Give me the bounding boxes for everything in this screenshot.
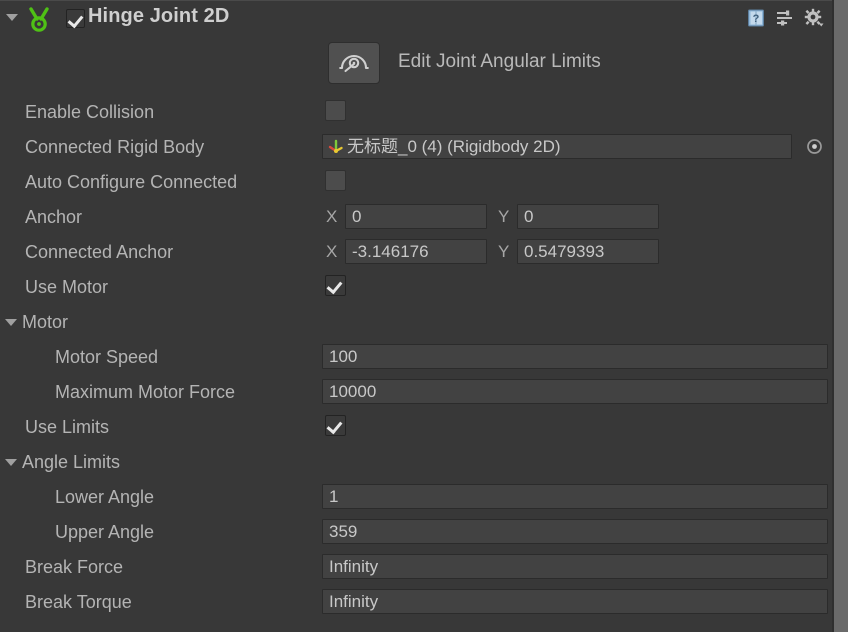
component-foldout-arrow-icon[interactable]: [6, 14, 18, 21]
motor-speed-input[interactable]: 100: [322, 344, 828, 369]
label-lower-angle: Lower Angle: [55, 487, 155, 507]
object-picker-button[interactable]: [805, 137, 824, 156]
transform-gizmo-icon: [328, 139, 343, 153]
label-break-torque: Break Torque: [25, 592, 132, 612]
row-auto-configure-connected: Auto Configure Connected: [0, 165, 834, 200]
break-torque-input[interactable]: Infinity: [322, 589, 828, 614]
component-header[interactable]: Hinge Joint 2D ?: [0, 1, 834, 36]
label-anchor: Anchor: [25, 207, 83, 227]
row-lower-angle: Lower Angle 1: [0, 480, 834, 515]
inspector-scrollbar[interactable]: [834, 0, 848, 632]
row-break-force: Break Force Infinity: [0, 550, 834, 585]
edit-joint-angular-limits-button[interactable]: [328, 42, 380, 84]
svg-text:?: ?: [753, 13, 760, 25]
row-angle-limits-foldout[interactable]: Angle Limits: [0, 445, 834, 480]
row-anchor: Anchor X 0 Y 0: [0, 200, 834, 235]
anchor-x-axis-label: X: [326, 207, 338, 226]
label-auto-configure-connected: Auto Configure Connected: [25, 172, 238, 192]
connected-anchor-y-axis-label: Y: [498, 242, 510, 261]
preset-sliders-icon[interactable]: [775, 8, 795, 28]
label-enable-collision: Enable Collision: [25, 102, 155, 122]
enable-collision-checkbox[interactable]: [325, 100, 346, 121]
label-angle-limits: Angle Limits: [22, 452, 121, 472]
motor-foldout-arrow-icon[interactable]: [5, 319, 17, 326]
connected-rigid-body-field[interactable]: 无标题_0 (4) (Rigidbody 2D): [322, 134, 792, 159]
row-use-limits: Use Limits: [0, 410, 834, 445]
angle-limits-foldout-arrow-icon[interactable]: [5, 459, 17, 466]
row-connected-anchor: Connected Anchor X -3.146176 Y 0.5479393: [0, 235, 834, 270]
label-maximum-motor-force: Maximum Motor Force: [55, 382, 236, 402]
gear-settings-icon[interactable]: [804, 8, 824, 28]
component-title: Hinge Joint 2D: [88, 5, 230, 27]
label-break-force: Break Force: [25, 557, 124, 577]
label-upper-angle: Upper Angle: [55, 522, 155, 542]
row-maximum-motor-force: Maximum Motor Force 10000: [0, 375, 834, 410]
hinge-joint-2d-inspector: Hinge Joint 2D ? Edit Joint Angular Limi…: [0, 0, 848, 632]
row-upper-angle: Upper Angle 359: [0, 515, 834, 550]
row-use-motor: Use Motor: [0, 270, 834, 305]
anchor-y-input[interactable]: 0: [517, 204, 659, 229]
row-motor-foldout[interactable]: Motor: [0, 305, 834, 340]
auto-configure-connected-checkbox[interactable]: [325, 170, 346, 191]
anchor-x-input[interactable]: 0: [345, 204, 487, 229]
connected-anchor-y-input[interactable]: 0.5479393: [517, 239, 659, 264]
use-limits-checkbox[interactable]: [325, 415, 346, 436]
row-enable-collision: Enable Collision: [0, 95, 834, 130]
edit-joint-angular-limits-label: Edit Joint Angular Limits: [398, 51, 601, 72]
component-enabled-checkbox[interactable]: [66, 9, 85, 28]
label-motor-speed: Motor Speed: [55, 347, 159, 367]
label-motor: Motor: [22, 312, 69, 332]
label-use-motor: Use Motor: [25, 277, 109, 297]
help-book-icon[interactable]: ?: [746, 8, 766, 28]
break-force-input[interactable]: Infinity: [322, 554, 828, 579]
header-icon-group: ?: [746, 8, 824, 28]
edit-joint-tool-row: Edit Joint Angular Limits: [0, 40, 834, 88]
edit-joint-angular-limits-icon: [339, 54, 369, 73]
hinge-joint-2d-icon: [29, 7, 49, 32]
label-connected-rigid-body: Connected Rigid Body: [25, 137, 205, 157]
row-connected-rigid-body: Connected Rigid Body 无标题_0 (4) (Rigidbod…: [0, 130, 834, 165]
label-use-limits: Use Limits: [25, 417, 110, 437]
anchor-y-axis-label: Y: [498, 207, 510, 226]
connected-anchor-x-input[interactable]: -3.146176: [345, 239, 487, 264]
connected-anchor-x-axis-label: X: [326, 242, 338, 261]
row-motor-speed: Motor Speed 100: [0, 340, 834, 375]
maximum-motor-force-input[interactable]: 10000: [322, 379, 828, 404]
use-motor-checkbox[interactable]: [325, 275, 346, 296]
lower-angle-input[interactable]: 1: [322, 484, 828, 509]
label-connected-anchor: Connected Anchor: [25, 242, 174, 262]
row-break-torque: Break Torque Infinity: [0, 585, 834, 620]
upper-angle-input[interactable]: 359: [322, 519, 828, 544]
